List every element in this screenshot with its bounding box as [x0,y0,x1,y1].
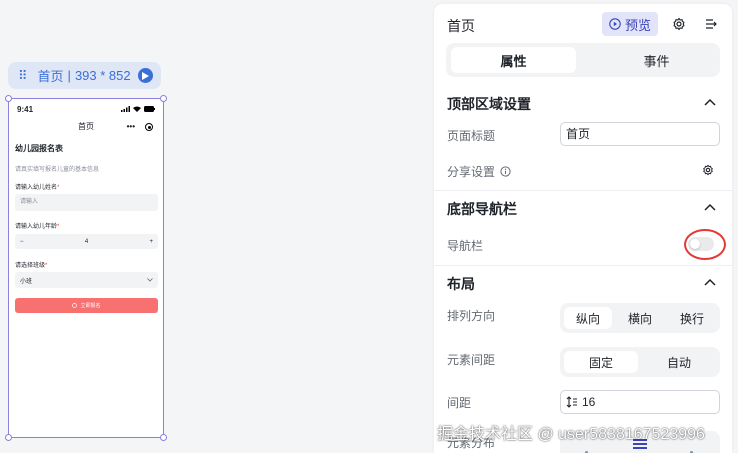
form-subtitle: 请真实填写报名儿童的基本信息 [15,167,100,173]
resize-handle-bottom-right[interactable] [160,434,167,441]
resize-handle-top-left[interactable] [5,95,12,102]
page-label-size: 393 * 852 [74,68,131,83]
share-settings-gear-icon[interactable] [702,164,714,176]
submit-button[interactable]: 立即报名 [15,298,158,313]
panel-header: 首页 预览 [434,4,732,44]
class-select-value: 小班 [20,278,33,285]
preview-button[interactable]: 预览 [602,12,658,36]
chevron-up-icon[interactable] [704,98,716,106]
spacing-fixed-option[interactable]: 固定 [564,351,638,373]
spacing-auto-option[interactable]: 自动 [642,351,716,373]
divider [434,190,732,191]
signal-icon [121,106,130,112]
resize-handle-top-right[interactable] [160,95,167,102]
phone-nav-bar: 首页 ••• [9,119,163,135]
gap-input[interactable]: 16 [560,390,720,414]
page-label[interactable]: ⠿ 首页 | 393 * 852 [8,62,161,89]
direction-vertical-option[interactable]: 纵向 [564,307,612,329]
required-mark: * [45,263,48,269]
section-title-bottom-nav[interactable]: 底部导航栏 [447,199,517,219]
share-settings-label: 分享设置 [447,163,511,180]
section-title-top-area[interactable]: 顶部区域设置 [447,94,531,114]
collapse-panel-icon[interactable] [704,17,718,31]
age-value[interactable]: 4 [85,239,88,245]
panel-tabs: 属性 事件 [446,43,720,77]
age-field-label: 请输入幼儿年龄* [15,224,60,230]
page-title-input[interactable]: 首页 [560,122,720,146]
resize-handle-bottom-left[interactable] [5,434,12,441]
page-title-label: 页面标题 [447,129,496,143]
chevron-up-icon[interactable] [704,203,716,211]
watermark: 掘金技术社区 @ user5838167523996 [437,426,705,443]
drag-handle-icon[interactable]: ⠿ [18,68,27,84]
direction-horizontal-option[interactable]: 横向 [616,307,664,329]
submit-label: 立即报名 [80,303,101,309]
status-bar: 9:41 [17,103,155,115]
status-time: 9:41 [17,104,34,114]
preview-label: 预览 [624,17,651,33]
spacing-label: 元素间距 [447,353,496,367]
panel-title: 首页 [447,18,475,34]
annotation-circle [684,229,726,260]
form-title: 幼儿园报名表 [15,144,63,153]
info-icon[interactable] [500,166,511,177]
section-title-layout[interactable]: 布局 [447,274,475,294]
age-plus-button[interactable]: + [149,239,153,245]
design-canvas: ⠿ 首页 | 393 * 852 9:41 首页 ••• 幼儿园报名表 请真实填… [0,0,432,453]
vertical-spacing-icon [566,396,577,408]
name-field-label: 请输入幼儿姓名* [15,185,60,191]
required-mark: * [57,224,60,230]
class-field-label: 请选择班级* [15,263,48,269]
phone-frame[interactable]: 9:41 首页 ••• 幼儿园报名表 请真实填写报名儿童的基本信息 请输入幼儿姓… [5,95,167,441]
chevron-down-icon [147,278,153,282]
properties-panel: 首页 预览 属性 事件 顶部区域设置 页面标题 首页 分享设置 底部导航栏 导航… [434,4,732,453]
play-circle-icon [609,18,621,30]
battery-icon [144,106,155,112]
age-stepper[interactable]: − 4 + [15,234,158,249]
name-input[interactable]: 请输入 [15,194,158,211]
spacing-segmented-control: 固定 自动 [560,347,720,377]
age-minus-button[interactable]: − [20,239,24,245]
class-select[interactable]: 小班 [15,272,158,288]
play-icon[interactable] [138,68,153,83]
nav-bar-label: 导航栏 [447,239,484,253]
tab-properties[interactable]: 属性 [451,47,576,73]
page-label-name: 首页 [37,69,64,84]
gear-icon[interactable] [672,17,686,31]
page-label-separator: | [67,68,71,83]
required-mark: * [57,185,60,191]
gap-label: 间距 [447,396,472,410]
more-icon[interactable]: ••• [127,119,135,135]
capsule-close-icon[interactable] [145,123,153,131]
direction-segmented-control: 纵向 横向 换行 [560,303,720,333]
wifi-icon [133,106,141,112]
tab-events[interactable]: 事件 [594,47,719,73]
divider [434,265,732,266]
direction-wrap-option[interactable]: 换行 [668,307,716,329]
phone-nav-title: 首页 [78,122,94,131]
gap-value: 16 [582,395,596,409]
direction-label: 排列方向 [447,309,496,323]
chevron-up-icon[interactable] [704,278,716,286]
submit-icon [72,303,78,308]
